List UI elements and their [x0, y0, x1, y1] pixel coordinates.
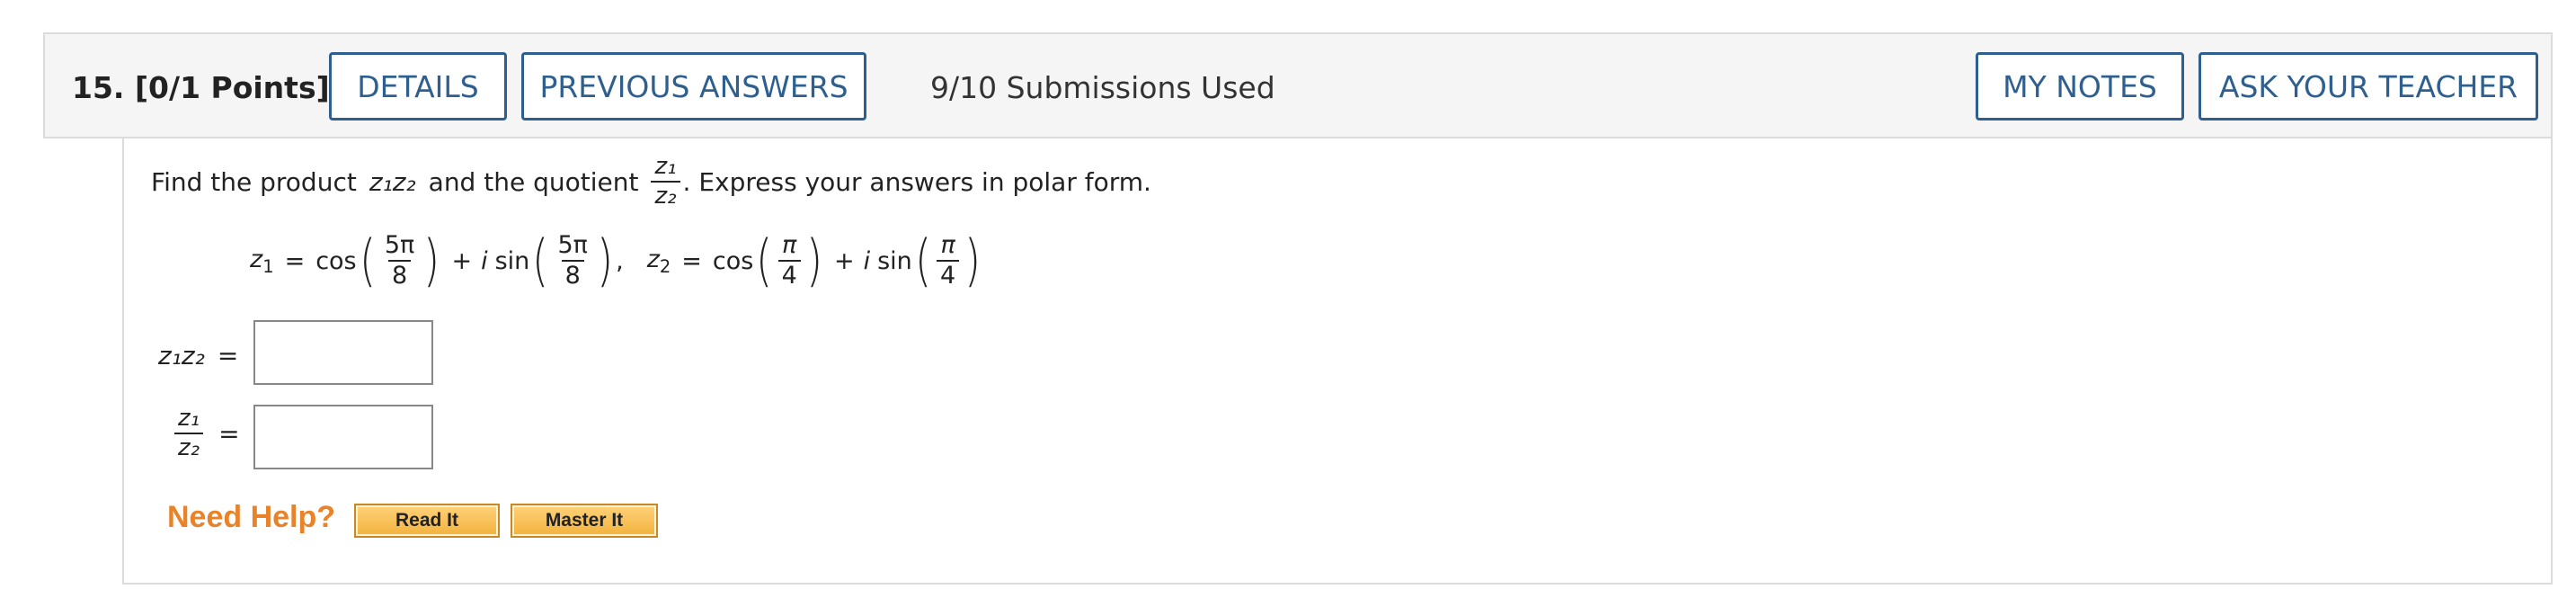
paren-open: ( [914, 228, 931, 294]
z1-cos: cos [315, 246, 357, 275]
quotient-label-fraction: z₁ z₂ [174, 405, 204, 461]
z2-cos-fraction: π 4 [777, 231, 801, 290]
quotient-answer-input[interactable] [253, 405, 433, 469]
question-body: Find the product z₁z₂ and the quotient z… [122, 138, 2553, 585]
product-equals: = [217, 341, 239, 370]
quotient-equals: = [218, 418, 240, 449]
quotient-label-den: z₂ [174, 433, 204, 460]
z2-sin-num: π [940, 231, 955, 259]
z2-i: i [863, 246, 871, 275]
paren-open: ( [359, 228, 376, 294]
prompt-quotient-num: z₁ [654, 153, 677, 180]
prompt-quotient-den: z₂ [651, 181, 680, 209]
paren-close: ) [805, 228, 822, 294]
details-button[interactable]: DETAILS [329, 52, 507, 120]
z2-cos-den: 4 [777, 260, 801, 289]
prompt-text-middle: and the quotient [428, 166, 639, 197]
submissions-used: 9/10 Submissions Used [930, 70, 1275, 105]
need-help-label: Need Help? [167, 500, 336, 534]
prompt-product: z₁z₂ [369, 166, 416, 197]
z1-i: i [481, 246, 488, 275]
question-number: 15. [0/1 Points] [72, 70, 330, 105]
z1-equals: = [284, 246, 306, 275]
z2-cos-num: π [782, 231, 797, 259]
paren-close: ) [596, 228, 614, 294]
product-answer-label: z₁z₂ = [158, 341, 238, 370]
prompt-quotient-fraction: z₁ z₂ [651, 153, 680, 210]
given-equations: z1 = cos ( 5π 8 ) + i sin ( 5π 8 ) , z2 … [250, 228, 983, 294]
master-it-button[interactable]: Master It [511, 504, 658, 538]
z1-cos-num: 5π [384, 231, 415, 259]
read-it-button[interactable]: Read It [354, 504, 500, 538]
z2-cos: cos [712, 246, 754, 275]
z1-sin-den: 8 [561, 260, 584, 289]
question-prompt: Find the product z₁z₂ and the quotient z… [151, 153, 1151, 210]
paren-open: ( [532, 228, 549, 294]
question-number-text: 15. [72, 70, 125, 105]
z1-sin-fraction: 5π 8 [555, 231, 591, 290]
my-notes-button[interactable]: MY NOTES [1976, 52, 2184, 120]
quotient-answer-label: z₁ z₂ = [158, 406, 240, 461]
paren-close: ) [964, 228, 982, 294]
question-header: 15. [0/1 Points] DETAILS PREVIOUS ANSWER… [43, 32, 2553, 138]
z1-cos-den: 8 [387, 260, 412, 289]
z2-label: z2 [646, 245, 671, 277]
product-answer-input[interactable] [253, 320, 433, 385]
z1-sin: sin [494, 246, 530, 275]
prompt-text-before: Find the product [151, 166, 357, 197]
paren-close: ) [423, 228, 440, 294]
z2-sin-den: 4 [936, 260, 960, 289]
quotient-label-num: z₁ [178, 405, 200, 432]
previous-answers-button[interactable]: PREVIOUS ANSWERS [521, 52, 866, 120]
product-label: z₁z₂ [158, 341, 205, 370]
question-points: [0/1 Points] [134, 70, 330, 105]
ask-your-teacher-button[interactable]: ASK YOUR TEACHER [2198, 52, 2538, 120]
prompt-text-after: . Express your answers in polar form. [682, 166, 1151, 197]
z2-sin: sin [877, 246, 912, 275]
z1-plus: + [451, 246, 473, 275]
z2-sin-fraction: π 4 [936, 231, 960, 290]
z1-label: z1 [250, 245, 274, 277]
z2-plus: + [833, 246, 855, 275]
z2-equals: = [681, 246, 702, 275]
paren-open: ( [756, 228, 773, 294]
z1-cos-fraction: 5π 8 [381, 231, 418, 290]
z1-sin-num: 5π [557, 231, 588, 259]
equation-comma: , [616, 246, 624, 275]
